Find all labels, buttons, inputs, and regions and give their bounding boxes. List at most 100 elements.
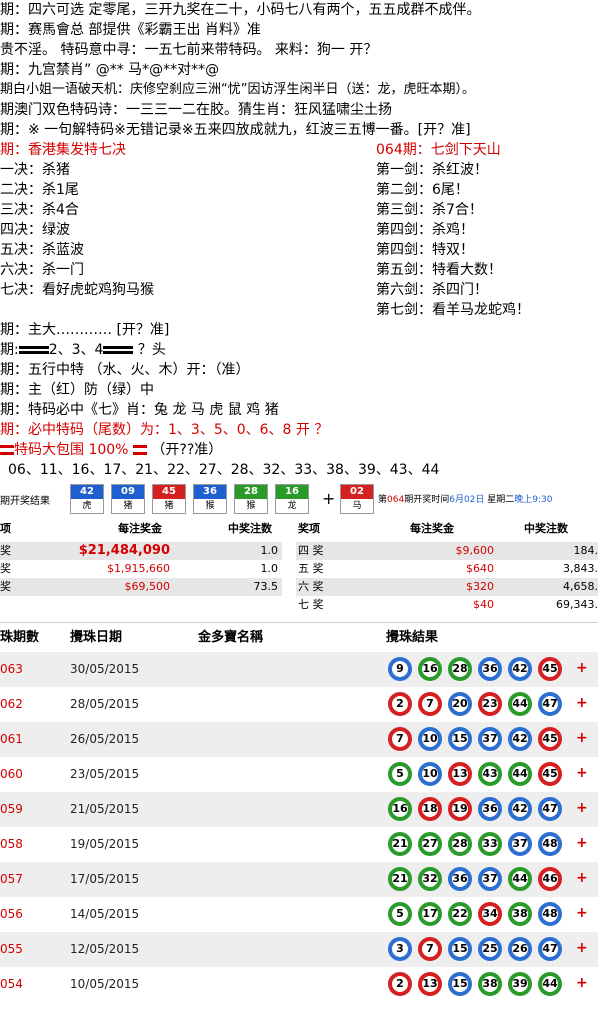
history-plus: + — [576, 905, 588, 921]
history-ball: 46 — [538, 867, 562, 891]
history-draw-number: 054 — [0, 977, 23, 991]
next-draw-info: 第064期开奖时间6月02日 星期二晚上9:30 — [378, 492, 553, 505]
history-ball: 42 — [508, 727, 532, 751]
next-draw-day: 星期二 — [487, 495, 515, 505]
result-ball-zodiac: 虎 — [82, 501, 92, 511]
history-header-date: 攪珠日期 — [70, 630, 123, 645]
prize-row: 奖 $1,915,660 1.0 — [0, 560, 282, 578]
history-ball: 20 — [448, 692, 472, 716]
bar-icon — [132, 445, 147, 455]
history-ball: 16 — [388, 797, 412, 821]
prize-count: 1.0 — [260, 562, 279, 575]
history-row: 057 17/05/2015 21 32 36 37 44 46 + — [0, 862, 598, 897]
results-label: 期开奖结果 — [0, 496, 50, 507]
result-ball-zodiac: 猪 — [123, 501, 133, 511]
history-ball: 44 — [508, 867, 532, 891]
heads-suffix: ？头 — [137, 342, 166, 358]
history-row: 058 19/05/2015 21 27 28 33 37 48 + — [0, 827, 598, 862]
history-draw-number: 058 — [0, 837, 23, 851]
result-ball: 36 猴 — [193, 484, 227, 514]
history-ball: 26 — [508, 937, 532, 961]
history-ball: 7 — [388, 727, 412, 751]
history-ball: 5 — [388, 762, 412, 786]
right-item: 第一剑：杀红波！ — [376, 162, 488, 178]
history-plus: + — [576, 695, 588, 711]
history-ball: 39 — [508, 972, 532, 996]
left-item: 五决：杀蓝波 — [0, 242, 84, 258]
result-ball-zodiac: 猴 — [246, 501, 256, 511]
history-ball: 44 — [538, 972, 562, 996]
history-draw-number: 059 — [0, 802, 23, 816]
left-column: 期：香港集发特七决 一决：杀猪 二决：杀1尾 三决：杀4合 四决：绿波 五决：杀… — [0, 140, 154, 300]
history-ball: 10 — [418, 762, 442, 786]
history-ball: 25 — [478, 937, 502, 961]
history-ball: 36 — [478, 797, 502, 821]
next-draw-prefix: 第 — [378, 495, 388, 505]
prize-name: 奖 — [0, 580, 11, 593]
history-ball: 44 — [508, 762, 532, 786]
prize-row: 奖 $69,500 73.5 — [0, 578, 282, 596]
history-row: 056 14/05/2015 5 17 22 34 38 48 + — [0, 897, 598, 932]
right-item: 第六剑：杀四门！ — [376, 282, 488, 298]
line-1: 期：四六可选 定零尾，三开九奖在二十，小码七八有两个，五五成群不成伴。 — [0, 2, 481, 18]
prize-amount: $40 — [473, 598, 494, 611]
history-row: 059 21/05/2015 16 18 19 36 42 47 + — [0, 792, 598, 827]
history-ball: 37 — [508, 832, 532, 856]
history-ball: 13 — [448, 762, 472, 786]
result-ball: 42 虎 — [70, 484, 104, 514]
history-ball: 34 — [478, 902, 502, 926]
prize-row: 五 奖 $640 3,843. — [296, 560, 598, 578]
history-ball: 5 — [388, 902, 412, 926]
prize-amount: $21,484,090 — [78, 543, 170, 558]
history-ball: 23 — [478, 692, 502, 716]
history-header: 珠期數 攪珠日期 金多寶名稱 攪珠結果 — [0, 622, 598, 653]
line-3: 贵不淫。 特码意中寻：一五七前来带特码。 来料：狗一 开？ — [0, 42, 378, 58]
result-ball-zodiac: 猴 — [205, 501, 215, 511]
history-ball: 45 — [538, 727, 562, 751]
result-ball-number: 42 — [71, 485, 103, 499]
prize-header-count: 中奖注数 — [228, 522, 272, 535]
result-ball: 16 龙 — [275, 484, 309, 514]
history-draw-date: 14/05/2015 — [70, 907, 140, 921]
history-ball: 37 — [478, 867, 502, 891]
history-ball: 10 — [418, 727, 442, 751]
result-ball: 09 猪 — [111, 484, 145, 514]
history-draw-date: 12/05/2015 — [70, 942, 140, 956]
history-row: 054 10/05/2015 2 13 15 38 39 44 + — [0, 967, 598, 1002]
red-green-line: 期：主（红）防（绿）中 — [0, 382, 154, 398]
next-draw-time: 晚上9:30 — [514, 495, 553, 505]
right-column-title: 064期：七剑下天山 — [376, 142, 501, 158]
next-draw-label: 期开奖时间 — [404, 495, 450, 505]
seven-zodiac-line: 期：特码必中《七》肖：兔 龙 马 虎 鼠 鸡 猪 — [0, 402, 279, 418]
heads-values: 2、3、4 — [48, 342, 104, 358]
history-draw-number: 062 — [0, 697, 23, 711]
prize-name: 六 奖 — [298, 580, 324, 593]
left-item: 一决：杀猪 — [0, 162, 70, 178]
history-ball: 47 — [538, 937, 562, 961]
prize-count: 4,658. — [563, 580, 598, 593]
prize-amount: $640 — [466, 562, 494, 575]
heads-prefix: 期: — [0, 342, 19, 358]
history-ball: 43 — [478, 762, 502, 786]
history-ball: 2 — [388, 692, 412, 716]
prize-header-name: 项 — [0, 522, 11, 535]
history-ball: 9 — [388, 657, 412, 681]
five-elements-line: 期：五行中特 （水、火、木）开：（准） — [0, 362, 250, 378]
right-item: 第二剑：6尾！ — [376, 182, 469, 198]
history-draw-date: 23/05/2015 — [70, 767, 140, 781]
main-big-line: 期：主大………… [开？准] — [0, 322, 170, 338]
special-ball-zodiac: 马 — [352, 501, 362, 511]
bar-icon — [103, 346, 134, 354]
history-ball: 47 — [538, 692, 562, 716]
history-ball: 48 — [538, 902, 562, 926]
history-ball: 21 — [388, 867, 412, 891]
result-ball-number: 28 — [235, 485, 267, 499]
special-ball-number: 02 — [341, 485, 373, 499]
history-ball: 42 — [508, 657, 532, 681]
history-ball: 18 — [418, 797, 442, 821]
history-ball: 28 — [448, 832, 472, 856]
result-ball-number: 16 — [276, 485, 308, 499]
right-item: 第五剑：特看大数！ — [376, 262, 502, 278]
history-draw-date: 19/05/2015 — [70, 837, 140, 851]
history-ball: 48 — [538, 832, 562, 856]
